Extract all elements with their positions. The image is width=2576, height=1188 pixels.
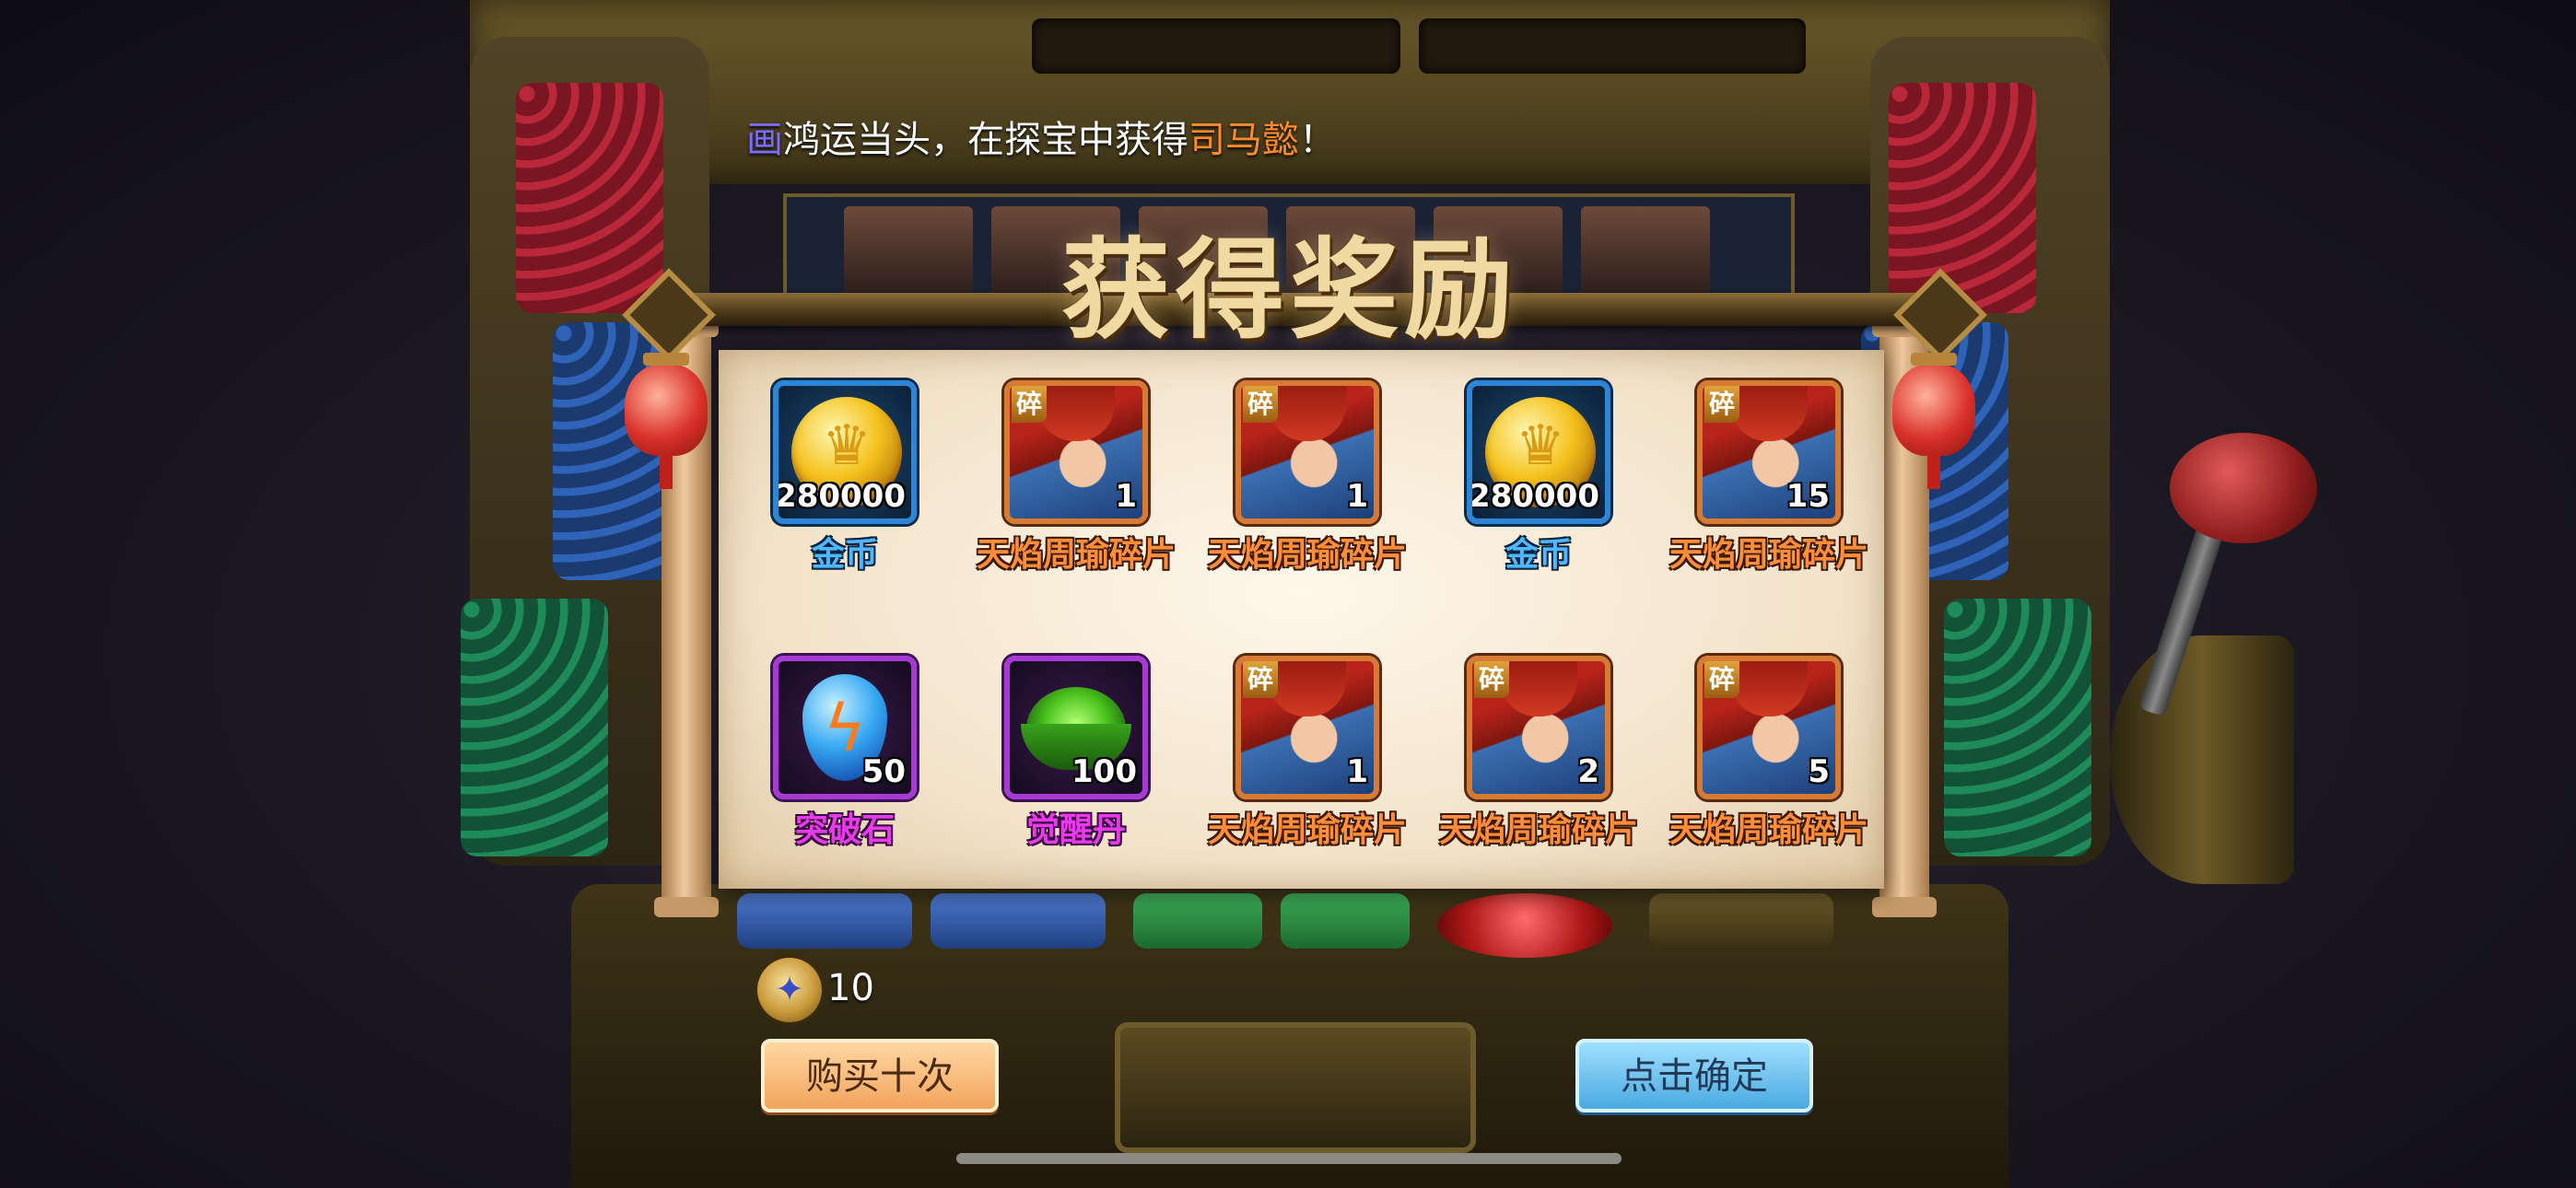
reward-label: 天焰周瑜碎片	[1669, 536, 1868, 574]
fragment-tag: 碎	[1704, 386, 1739, 423]
hero-fragment-icon[interactable]: 碎1	[1235, 656, 1379, 799]
reward-item[interactable]: 碎 15 天焰周瑜碎片	[1654, 380, 1884, 601]
hero-fragment-icon[interactable]: 碎1	[1235, 380, 1379, 524]
confirm-button[interactable]: 点击确定	[1575, 1039, 1813, 1112]
reward-label: 突破石	[794, 811, 895, 849]
slot-lever[interactable]	[2170, 433, 2317, 543]
reward-quantity: 1	[1346, 753, 1368, 790]
reward-quantity: 50	[861, 753, 906, 790]
buy-ten-button[interactable]: 购买十次	[761, 1039, 999, 1112]
reward-quantity: 280000	[1469, 478, 1599, 515]
hero-fragment-icon[interactable]: 碎2	[1467, 656, 1610, 799]
led-panel	[461, 599, 608, 856]
top-display-slot	[1032, 18, 1400, 74]
ticket-count: 10	[827, 967, 874, 1009]
reward-label: 金币	[811, 536, 878, 574]
reward-label: 金币	[1505, 536, 1572, 574]
hero-fragment-icon[interactable]: 碎5	[1697, 656, 1841, 799]
top-display-slot	[1419, 18, 1806, 74]
lantern-icon	[1892, 353, 1975, 489]
breakthrough-stone-icon[interactable]: 50	[773, 656, 917, 799]
reward-item[interactable]: 碎 1 天焰周瑜碎片	[1192, 380, 1423, 601]
coin-slot	[1649, 893, 1833, 949]
reward-quantity: 1	[1115, 478, 1137, 515]
reel-portrait	[1581, 206, 1710, 298]
reward-label: 天焰周瑜碎片	[1438, 811, 1638, 849]
machine-console	[700, 893, 1879, 985]
treasure-ticket-icon	[757, 958, 822, 1022]
base-window	[1115, 1022, 1476, 1153]
led-panel	[516, 83, 663, 313]
reward-label: 觉醒丹	[1025, 811, 1126, 849]
reward-quantity: 280000	[775, 478, 906, 515]
gold-coin-icon[interactable]: 280000	[1467, 380, 1610, 524]
left-arrow-button	[737, 893, 912, 949]
announcement-message: 鸿运当头，在探宝中获得	[783, 119, 1188, 161]
hero-fragment-icon[interactable]: 碎 15	[1697, 380, 1841, 524]
dialog-title: 获得奖励	[1060, 226, 1518, 354]
green-button	[1281, 893, 1410, 949]
reward-label: 天焰周瑜碎片	[1669, 811, 1868, 849]
reward-item[interactable]: 50 突破石	[730, 656, 960, 877]
announcement-player-name: 画	[746, 119, 783, 161]
reward-quantity: 100	[1071, 753, 1137, 790]
reward-quantity: 15	[1786, 478, 1830, 515]
reward-item[interactable]: 280000 金币	[730, 380, 960, 601]
announcement-marquee: 画鸿运当头，在探宝中获得司马懿！	[746, 109, 1833, 171]
announcement-reward-name: 司马懿	[1188, 119, 1299, 161]
fragment-tag: 碎	[1704, 661, 1739, 698]
reward-quantity: 2	[1577, 753, 1599, 790]
led-panel	[1889, 83, 2036, 313]
green-button	[1133, 893, 1262, 949]
reward-item[interactable]: 碎 1 天焰周瑜碎片	[1192, 656, 1423, 877]
hero-fragment-icon[interactable]: 碎1	[1004, 380, 1148, 524]
fragment-tag: 碎	[1012, 386, 1047, 423]
reward-quantity: 5	[1808, 753, 1830, 790]
reward-label: 天焰周瑜碎片	[1207, 811, 1407, 849]
reward-item[interactable]: 碎 5 天焰周瑜碎片	[1654, 656, 1884, 877]
awakening-pill-icon[interactable]: 100	[1004, 656, 1148, 799]
reward-quantity: 1	[1346, 478, 1368, 515]
fragment-tag: 碎	[1243, 661, 1278, 698]
announcement-end: ！	[1299, 119, 1336, 161]
right-arrow-button	[931, 893, 1106, 949]
reward-item[interactable]: 碎 2 天焰周瑜碎片	[1423, 656, 1654, 877]
spin-button	[1437, 893, 1612, 958]
lever-base	[2110, 635, 2294, 884]
reward-label: 天焰周瑜碎片	[976, 536, 1176, 574]
reel-portrait	[844, 206, 973, 298]
gold-coin-icon[interactable]: 280000	[773, 380, 917, 524]
home-indicator[interactable]	[956, 1153, 1622, 1164]
reward-item[interactable]: 280000 金币	[1423, 380, 1654, 601]
fragment-tag: 碎	[1474, 661, 1509, 698]
fragment-tag: 碎	[1243, 386, 1278, 423]
reward-label: 天焰周瑜碎片	[1207, 536, 1407, 574]
reward-item[interactable]: 100 觉醒丹	[961, 656, 1191, 877]
lantern-icon	[625, 353, 708, 489]
reward-item[interactable]: 碎 1 天焰周瑜碎片	[961, 380, 1191, 601]
led-panel	[1944, 599, 2091, 856]
